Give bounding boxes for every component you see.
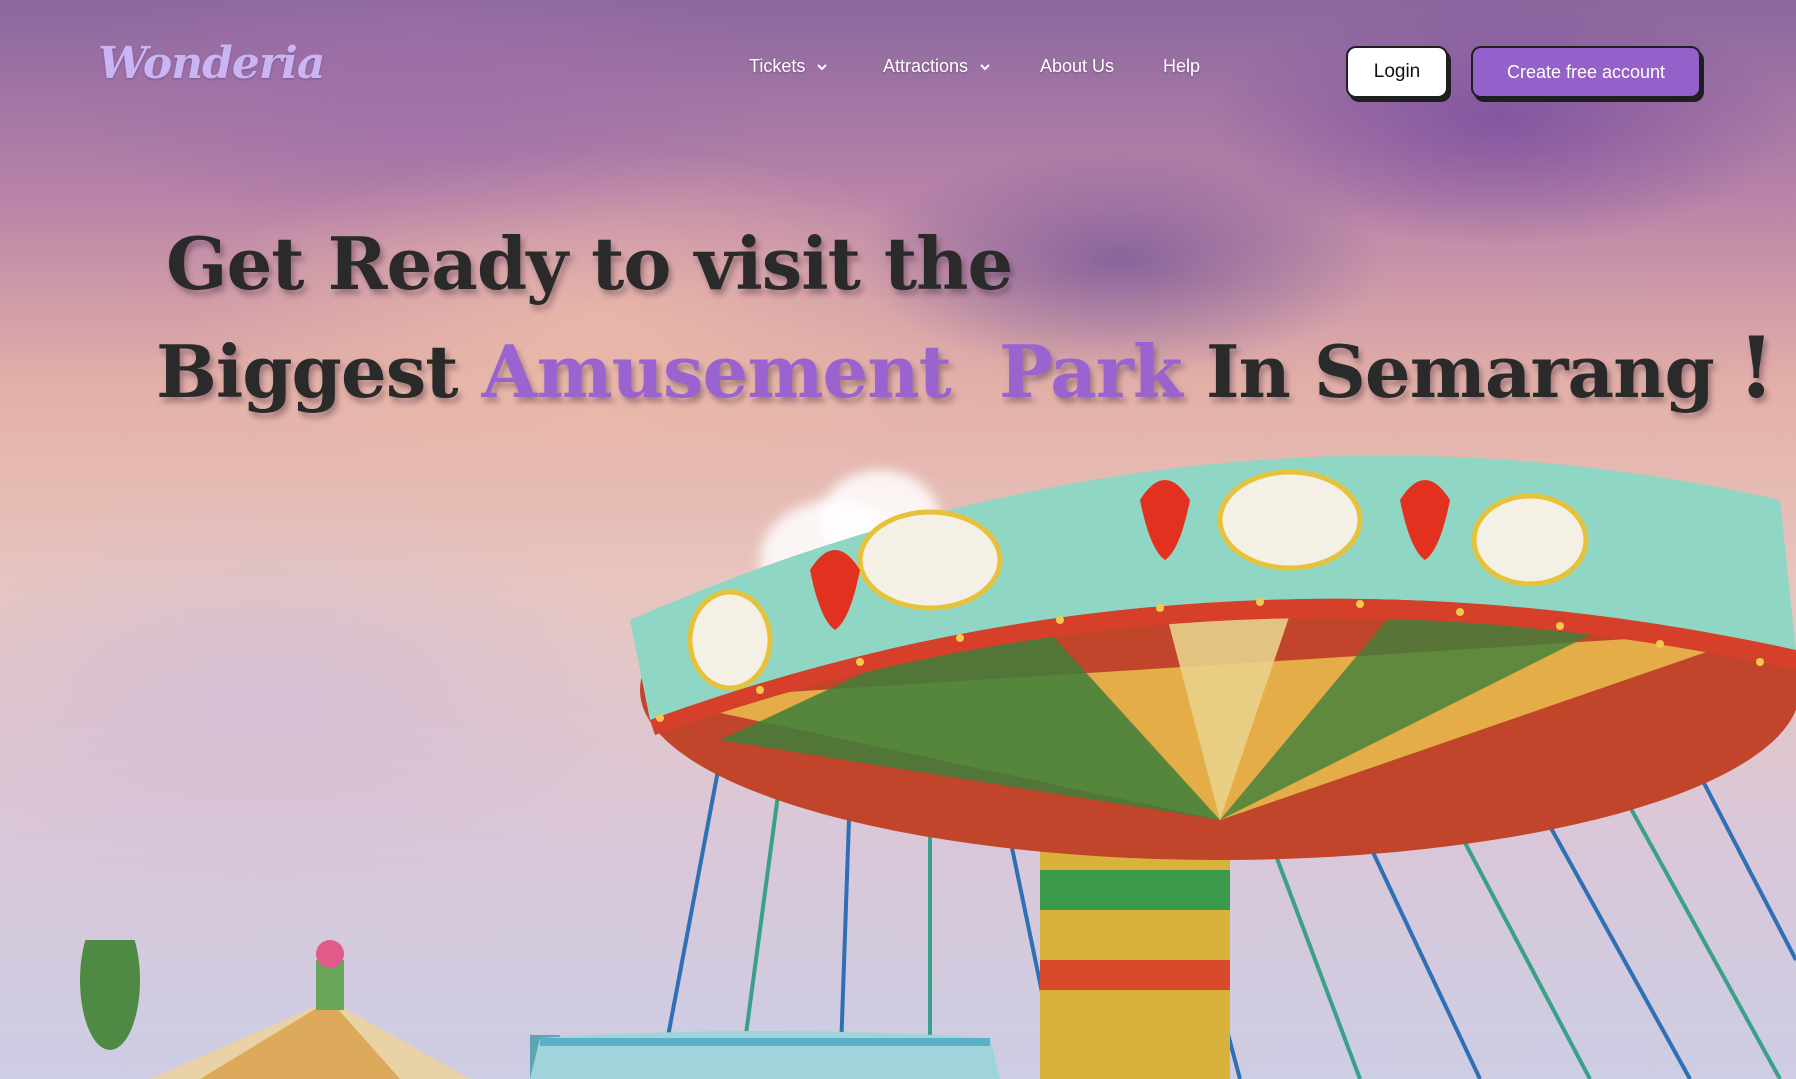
headline-line-1: Get Ready to visit the — [166, 221, 1013, 306]
headline-line-2: Biggest Amusement Park In Semarang ! ! — [156, 316, 1796, 424]
create-account-button[interactable]: Create free account — [1471, 46, 1701, 98]
nav-item-label: About Us — [1040, 56, 1115, 76]
small-carousel-image — [80, 940, 560, 1079]
nav-item-label: Attractions — [883, 56, 969, 76]
nav-item-help[interactable]: Help — [1163, 56, 1200, 77]
nav-item-label: Help — [1163, 56, 1201, 76]
chevron-down-icon — [817, 63, 828, 70]
nav-item-about-us[interactable]: About Us — [1040, 56, 1114, 77]
nav-item-attractions[interactable]: Attractions — [883, 56, 992, 77]
headline-start: Biggest — [156, 329, 458, 414]
headline-exclamation: ! ! — [1737, 318, 1796, 417]
nav-item-tickets[interactable]: Tickets — [749, 56, 829, 77]
chevron-down-icon — [980, 63, 990, 70]
headline-end: In Semarang — [1205, 329, 1715, 414]
headline-accent: Amusement Park — [481, 329, 1183, 414]
login-button[interactable]: Login — [1346, 46, 1448, 98]
swing-carousel-image — [630, 455, 1796, 1079]
hero-headline: Get Ready to visit the Biggest Amusement… — [156, 212, 1796, 424]
nav-item-label: Tickets — [749, 56, 806, 76]
brand-logo[interactable]: Wonderia — [98, 38, 325, 89]
hero-background — [0, 0, 1796, 1079]
ride-roof-image — [530, 1031, 1000, 1079]
